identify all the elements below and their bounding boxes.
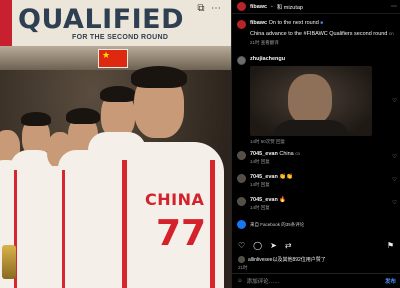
comment-input-row: ☺ 添加评论…… 发布 [232, 273, 400, 288]
player-hair [21, 112, 51, 126]
jersey-number: 77 [156, 213, 207, 254]
poster-title: QUALIFIED [18, 4, 185, 35]
heart-icon[interactable]: ♡ [392, 177, 397, 183]
author-avatar[interactable] [237, 20, 246, 29]
jersey-stripe [210, 160, 215, 288]
comment-user[interactable]: 7045_evan [250, 174, 278, 180]
account-avatar[interactable] [237, 2, 246, 11]
liker-avatar [238, 256, 245, 263]
jersey-stripe [122, 160, 127, 288]
caption-author[interactable]: fibawc [250, 20, 267, 26]
header-separator: • [271, 4, 273, 9]
post-time: 21时 [238, 265, 248, 270]
action-bar: ♡ ◯ ➤ ⇄ [238, 241, 292, 250]
jersey-team-name: CHINA [145, 190, 205, 209]
comment-user[interactable]: 7045_evan [250, 151, 278, 157]
comment-text: China [279, 151, 294, 157]
more-options-icon[interactable]: ⋯ [391, 3, 397, 10]
post-button[interactable]: 发布 [385, 277, 396, 285]
comment-item: 7045_evan 👏👏 14时 回复 [237, 174, 397, 188]
china-flag-icon: ★ [98, 49, 128, 68]
flag-cn-icon: ■ [320, 20, 324, 25]
more-options-icon[interactable]: ⋯ [210, 3, 222, 15]
jersey-stripe [62, 170, 65, 288]
post-image[interactable]: QUALIFIED FOR THE SECOND ROUND ★ CHINA 7… [0, 0, 231, 288]
like-icon[interactable]: ♡ [238, 241, 245, 250]
facebook-comments-link[interactable]: 来自 Facebook 的35条评论 [237, 220, 397, 229]
image-toolbar: ⧉ ⋯ [195, 3, 222, 15]
save-icon[interactable]: ⚑ [387, 241, 394, 250]
comment-flag-suffix: cn [295, 151, 301, 156]
gif-suit [272, 120, 350, 136]
expand-icon[interactable]: ⧉ [195, 3, 207, 15]
gif-face [288, 74, 332, 124]
caption-flag-suffix: cn [388, 31, 394, 36]
comment-user[interactable]: zhujiachengu [250, 56, 397, 62]
heart-icon[interactable]: ♡ [392, 98, 397, 104]
comment-meta[interactable]: 14时 回复 [250, 182, 397, 188]
caption-meta[interactable]: 21时 查看翻译 [250, 40, 397, 46]
comment-meta[interactable]: 14时 50次赞 回复 [250, 139, 285, 145]
likes-text: allinlivesee以及其他892位用户赞了 [248, 257, 326, 263]
caption-line2: China advance to the #FIBAWC Qualifiers … [250, 31, 388, 37]
comment-meta[interactable]: 14时 回复 [250, 205, 397, 211]
heart-icon[interactable]: ♡ [392, 200, 397, 206]
main-player-hair [131, 66, 187, 88]
facebook-icon [237, 220, 246, 229]
repost-icon[interactable]: ⇄ [285, 241, 292, 250]
commenter-avatar[interactable] [237, 197, 246, 206]
post-header: fibawc • 和 mizutap ⋯ [232, 0, 400, 14]
facebook-note[interactable]: 来自 Facebook 的35条评论 [250, 222, 304, 228]
share-icon[interactable]: ➤ [270, 241, 277, 250]
caption-line1: On to the next round [268, 20, 319, 26]
comment-item: 7045_evan China cn 14时 回复 [237, 151, 397, 165]
emoji-icon[interactable]: ☺ [237, 278, 243, 284]
comment-item: 7045_evan 🔥 14时 回复 [237, 197, 397, 211]
account-name[interactable]: fibawc [250, 4, 267, 10]
heart-icon[interactable]: ♡ [392, 154, 397, 160]
comment-item: zhujiachengu [237, 56, 397, 65]
trophy-icon [2, 245, 16, 279]
comment-gif[interactable] [250, 66, 372, 136]
comments-panel: fibawc • 和 mizutap ⋯ fibawc On to the ne… [231, 0, 400, 288]
commenter-avatar[interactable] [237, 151, 246, 160]
player-hair [100, 86, 136, 102]
player-hair [66, 108, 100, 124]
comment-icon[interactable]: ◯ [253, 241, 262, 250]
poster-subtitle: FOR THE SECOND ROUND [72, 34, 169, 41]
comment-meta[interactable]: 14时 回复 [250, 159, 397, 165]
collab-name[interactable]: 和 mizutap [277, 3, 303, 11]
commenter-avatar[interactable] [237, 56, 246, 65]
likes-summary[interactable]: allinlivesee以及其他892位用户赞了 [238, 256, 326, 263]
commenter-avatar[interactable] [237, 174, 246, 183]
comment-text: 🔥 [279, 197, 287, 203]
comment-input[interactable]: 添加评论…… [247, 277, 280, 285]
post-caption: fibawc On to the next round ■ China adva… [237, 20, 397, 46]
comment-text: 👏👏 [279, 174, 294, 180]
comment-user[interactable]: 7045_evan [250, 197, 278, 203]
fiba-logo [0, 0, 12, 46]
